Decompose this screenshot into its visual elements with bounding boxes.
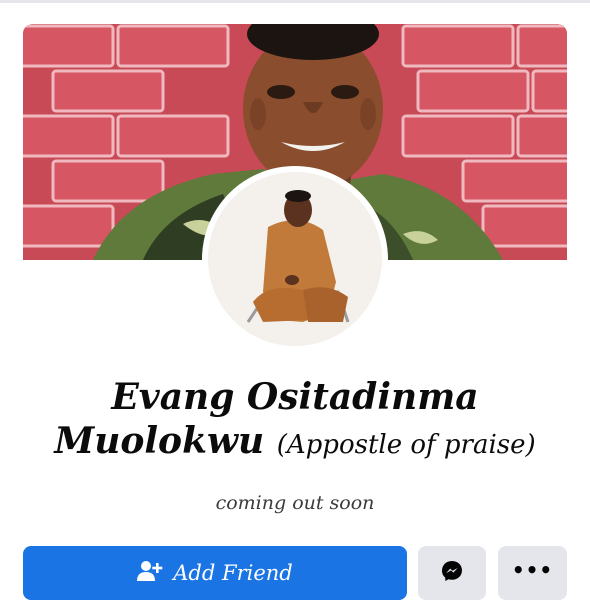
- profile-surname: Muolokwu: [54, 419, 265, 462]
- profile-name: Evang Ositadinma Muolokwu (Appostle of p…: [0, 376, 590, 462]
- profile-bio: coming out soon: [215, 492, 375, 514]
- message-button[interactable]: [418, 546, 486, 600]
- profile-picture[interactable]: [208, 172, 382, 346]
- top-divider: [0, 0, 590, 3]
- profile-name-line1: Evang Ositadinma: [111, 376, 479, 418]
- add-person-icon: [137, 560, 163, 586]
- add-friend-button[interactable]: Add Friend: [23, 546, 407, 600]
- more-options-button[interactable]: •••: [498, 546, 567, 600]
- profile-name-line2: Muolokwu (Appostle of praise): [0, 419, 590, 462]
- more-dots-icon: •••: [511, 558, 554, 582]
- add-friend-label: Add Friend: [173, 561, 293, 585]
- profile-alias: (Appostle of praise): [276, 429, 536, 460]
- messenger-icon: [441, 560, 463, 586]
